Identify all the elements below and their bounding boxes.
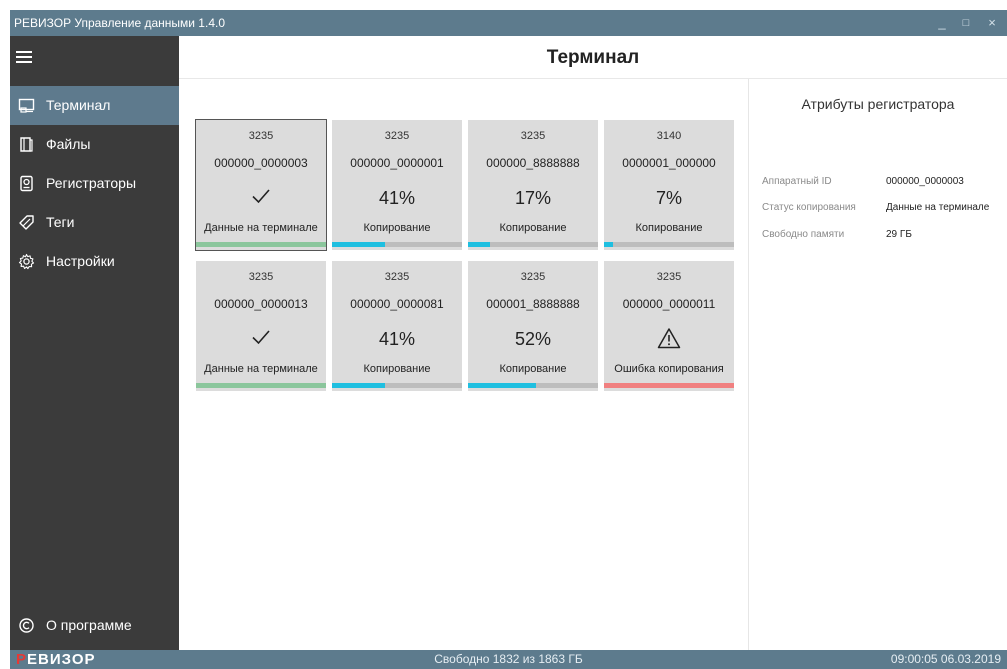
page-header: Терминал (179, 36, 1007, 79)
device-number: 3235 (248, 130, 274, 142)
device-number: 3235 (656, 271, 682, 283)
progress-fill (332, 242, 386, 247)
device-id: 000000_0000001 (350, 156, 444, 170)
window-title: РЕВИЗОР Управление данными 1.4.0 (14, 16, 225, 30)
device-status: Данные на терминале (204, 222, 318, 234)
progress-bar (468, 383, 598, 388)
progress-fill (196, 242, 326, 247)
progress-fill (332, 383, 386, 388)
progress-bar (196, 242, 326, 247)
attribute-key: Статус копирования (762, 202, 856, 213)
device-status: Данные на терминале (204, 363, 318, 375)
maximize-button[interactable]: □ (954, 10, 978, 36)
device-card[interactable]: 3235 000000_0000011 Ошибка копирования (604, 261, 734, 391)
sidebar-item-label: Файлы (46, 136, 91, 152)
device-indicator (196, 325, 326, 353)
attribute-value: 000000_0000003 (886, 176, 964, 187)
files-icon (20, 137, 33, 152)
progress-percent: 17% (514, 188, 552, 208)
sidebar-item-recorders[interactable]: Регистраторы (10, 164, 179, 203)
attribute-key: Свободно памяти (762, 229, 845, 240)
device-indicator (604, 325, 734, 353)
progress-bar (332, 383, 462, 388)
minimize-button[interactable]: _ (930, 10, 954, 36)
device-indicator (196, 184, 326, 212)
device-card[interactable]: 3235 000000_8888888 17% Копирование (468, 120, 598, 250)
tag-icon (19, 215, 34, 230)
status-bar: РЕВИЗОР Свободно 1832 из 1863 ГБ 09:00:0… (10, 650, 1007, 669)
progress-percent: 52% (514, 329, 552, 349)
attribute-key: Аппаратный ID (762, 176, 832, 187)
device-card[interactable]: 3235 000000_0000003 Данные на терминале (195, 119, 327, 251)
sidebar-item-tags[interactable]: Теги (10, 203, 179, 242)
progress-percent: 7% (655, 188, 682, 208)
datetime-text: 09:00:05 06.03.2019 (890, 652, 1001, 666)
progress-fill (468, 383, 536, 388)
device-status: Копирование (635, 222, 703, 234)
progress-fill (604, 242, 614, 247)
device-number: 3235 (520, 130, 546, 142)
device-status: Копирование (499, 363, 567, 375)
sidebar-item-label: Регистраторы (46, 175, 137, 191)
about-label: О программе (46, 617, 132, 633)
device-card[interactable]: 3235 000001_8888888 52% Копирование (468, 261, 598, 391)
sidebar-item-label: Терминал (46, 97, 111, 113)
progress-fill (468, 242, 491, 247)
copyright-icon (19, 618, 34, 633)
sidebar-item-label: Настройки (46, 253, 115, 269)
title-bar: РЕВИЗОР Управление данными 1.4.0 _ □ × (10, 10, 1007, 36)
progress-bar (604, 383, 734, 388)
device-number: 3235 (520, 271, 546, 283)
device-status: Копирование (363, 363, 431, 375)
app-window: РЕВИЗОР Управление данными 1.4.0 _ □ × Т… (10, 10, 1007, 669)
progress-bar (196, 383, 326, 388)
device-id: 000000_0000013 (214, 297, 308, 311)
sidebar-item-label: Теги (46, 214, 75, 230)
attribute-value: Данные на терминале (886, 202, 990, 213)
close-button[interactable]: × (980, 10, 1004, 36)
device-id: 000000_0000003 (214, 156, 308, 170)
sidebar-item-settings[interactable]: Настройки (10, 242, 179, 281)
progress-fill (604, 383, 734, 388)
device-number: 3235 (384, 130, 410, 142)
sidebar: Терминал Файлы Регистраторы Теги Настрой… (10, 36, 179, 650)
page-title: Терминал (546, 47, 640, 68)
progress-bar (332, 242, 462, 247)
about-button[interactable]: О программе (10, 606, 179, 645)
check-icon (252, 189, 270, 204)
sidebar-item-files[interactable]: Файлы (10, 125, 179, 164)
attribute-value: 29 ГБ (886, 229, 912, 240)
device-number: 3235 (384, 271, 410, 283)
device-number: 3140 (656, 130, 682, 142)
device-card[interactable]: 3235 000000_0000013 Данные на терминале (196, 261, 326, 391)
device-id: 0000001_000000 (622, 156, 716, 170)
sidebar-item-terminal[interactable]: Терминал (10, 86, 179, 125)
device-status: Копирование (363, 222, 431, 234)
device-id: 000000_0000011 (622, 297, 716, 311)
attributes-title: Атрибуты регистратора (801, 96, 955, 112)
device-status: Копирование (499, 222, 567, 234)
device-card[interactable]: 3235 000000_0000001 41% Копирование (332, 120, 462, 250)
free-space-text: Свободно 1832 из 1863 ГБ (434, 652, 583, 666)
device-id: 000000_8888888 (486, 156, 580, 170)
hamburger-menu-icon[interactable] (10, 36, 179, 80)
check-icon (252, 330, 270, 345)
device-status: Ошибка копирования (614, 363, 724, 375)
progress-bar (468, 242, 598, 247)
device-card[interactable]: 3140 0000001_000000 7% Копирование (604, 120, 734, 250)
gear-icon (18, 253, 35, 270)
device-id: 000000_0000081 (350, 297, 444, 311)
progress-bar (604, 242, 734, 247)
progress-fill (196, 383, 326, 388)
progress-percent: 41% (378, 329, 416, 349)
progress-percent: 41% (378, 188, 416, 208)
device-card[interactable]: 3235 000000_0000081 41% Копирование (332, 261, 462, 391)
device-id: 000001_8888888 (486, 297, 580, 311)
panel-divider (748, 79, 749, 650)
device-number: 3235 (248, 271, 274, 283)
warning-icon (657, 328, 681, 349)
terminal-icon (18, 98, 35, 113)
recorder-icon (20, 175, 33, 192)
